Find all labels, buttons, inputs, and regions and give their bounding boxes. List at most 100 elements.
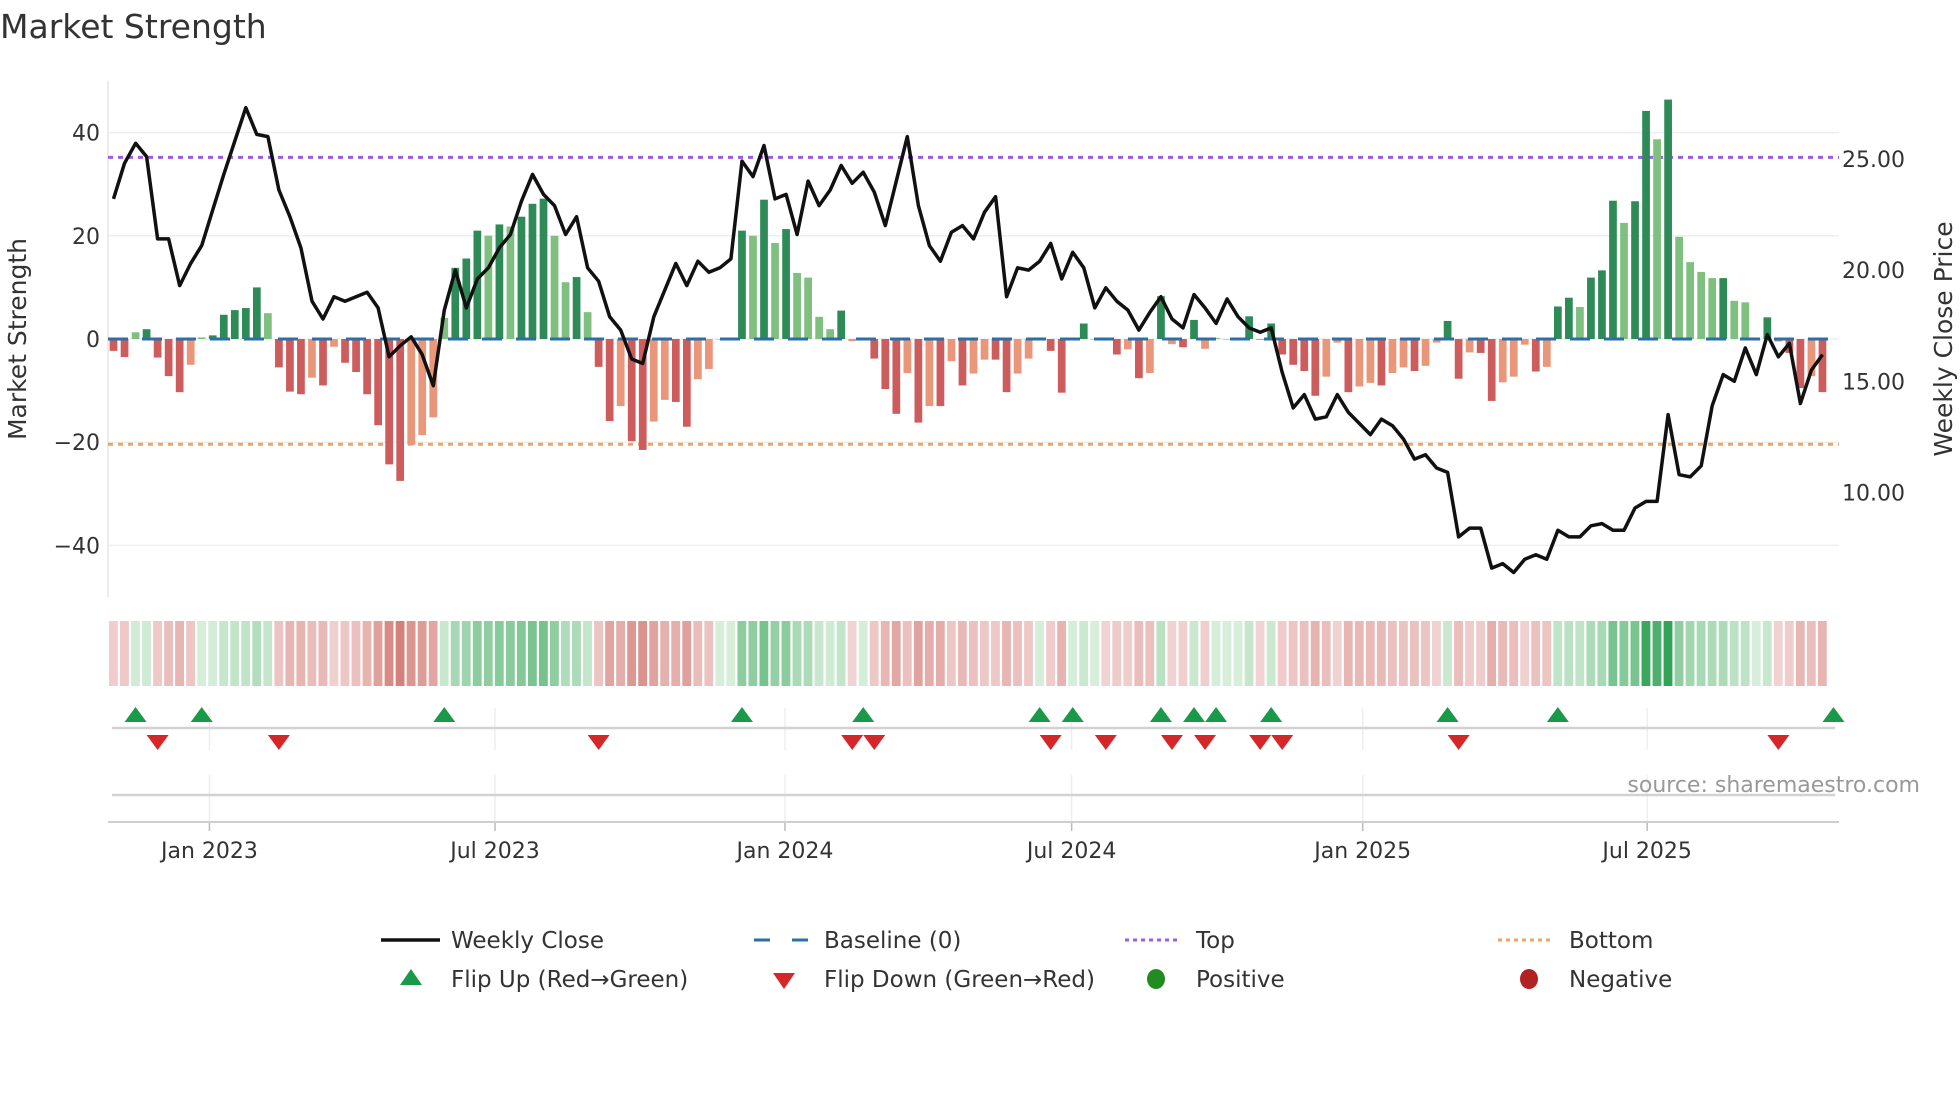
strength-bar [760, 199, 768, 339]
strip-cell [1465, 621, 1474, 686]
legend-label: Flip Up (Red→Green) [451, 967, 688, 993]
strip-cell [957, 621, 967, 686]
strip-cell [329, 621, 339, 686]
y2-tick-label: 20.00 [1842, 259, 1905, 284]
strength-bar [1565, 297, 1573, 339]
strip-cell [1729, 621, 1739, 686]
strength-bar [1542, 339, 1551, 367]
strength-bar [1046, 339, 1055, 351]
strip-cell [1454, 621, 1463, 686]
strip-cell [1740, 621, 1750, 686]
right-axis: 25.00 20.00 15.00 10.00 [1842, 148, 1905, 507]
strength-bar [771, 243, 779, 339]
x-tick-label: Jul 2023 [448, 839, 540, 864]
strength-bar [1476, 339, 1485, 353]
strength-bar [1609, 200, 1617, 339]
y-tick-label: 40 [72, 122, 100, 147]
strip-cell [1035, 621, 1044, 686]
strip-cell [1509, 621, 1519, 686]
strip-cell [792, 621, 802, 686]
strength-bar [1465, 339, 1474, 353]
strip-cell [285, 621, 295, 686]
strength-bar [175, 339, 184, 393]
strength-bar [980, 339, 989, 360]
legend-label: Positive [1196, 967, 1285, 993]
strip-cell [483, 621, 493, 686]
strength-bar [1123, 339, 1132, 350]
strip-cell [869, 621, 879, 686]
flip-down-marker [1160, 735, 1183, 750]
strip-cell [153, 621, 162, 686]
strip-cell [638, 621, 648, 686]
strength-bar [605, 339, 614, 422]
strength-bar [881, 339, 890, 390]
strip-cell [428, 621, 438, 686]
strip-cell [1575, 621, 1585, 686]
strip-cell [461, 621, 471, 686]
strength-bar [1344, 339, 1353, 393]
flip-down-marker [863, 735, 886, 750]
strength-bar [1300, 339, 1309, 371]
strip-cell [880, 621, 890, 686]
strip-cell [1310, 621, 1320, 686]
strength-bar [1653, 139, 1661, 339]
strength-bar [1708, 278, 1717, 339]
strip-cell [1564, 621, 1574, 686]
strip-cell [142, 621, 151, 686]
strip-cell [770, 621, 780, 686]
strip-cell [583, 621, 592, 686]
strength-bar [1719, 278, 1728, 339]
strip-cell [527, 621, 537, 686]
strip-cell [913, 621, 923, 686]
flip-down-marker [1767, 735, 1790, 750]
strip-cell [1200, 621, 1210, 686]
strip-cell [1542, 621, 1552, 686]
strip-cell [991, 621, 1000, 686]
strip-cell [1013, 621, 1022, 686]
legend-label: Weekly Close [451, 928, 604, 954]
strength-bar [131, 332, 140, 339]
strip-cell [1211, 621, 1221, 686]
strip-cell [902, 621, 912, 686]
strength-bar [1355, 339, 1364, 387]
strip-cell [120, 621, 129, 686]
strip-cell [373, 621, 383, 686]
strip-cell [1277, 621, 1287, 686]
strength-bar [914, 339, 923, 423]
strip-cell [1365, 621, 1375, 686]
legend-label: Negative [1569, 967, 1672, 993]
strip-cell [340, 621, 350, 686]
y-tick-label: −20 [54, 431, 100, 456]
strip-cell [825, 621, 835, 686]
strength-bar [219, 314, 228, 339]
strength-bar [837, 310, 846, 339]
strip-cell [1178, 621, 1188, 686]
strip-cell [1123, 621, 1133, 686]
strip-cell [748, 621, 758, 686]
strip-cell [660, 621, 670, 686]
flip-down-marker [1447, 735, 1470, 750]
strength-bar [848, 339, 857, 342]
strength-bar [1741, 302, 1750, 339]
strip-cell [472, 621, 482, 686]
strength-bar [594, 339, 603, 367]
flip-down-marker [587, 735, 610, 750]
flip-down-marker [146, 735, 169, 750]
strip-cell [252, 621, 262, 686]
threshold-lines [108, 155, 1839, 446]
strip-cell [1630, 621, 1640, 686]
flip-up-marker [1183, 707, 1206, 722]
y2-tick-label: 15.00 [1842, 370, 1905, 395]
flip-down-marker [267, 735, 290, 750]
strip-cell [1586, 621, 1596, 686]
strip-cell [1784, 621, 1794, 686]
strip-cell [1266, 621, 1276, 686]
strength-bar [517, 216, 526, 339]
strip-cell [572, 621, 581, 686]
circle-positive-icon [1147, 969, 1165, 989]
legend-item-flip-up: Flip Up (Red→Green) [400, 967, 688, 993]
strength-bar [352, 339, 360, 373]
legend-label: Baseline (0) [824, 928, 961, 954]
flip-down-marker [1271, 735, 1294, 750]
y2-axis-title: Weekly Close Price [1929, 221, 1958, 456]
